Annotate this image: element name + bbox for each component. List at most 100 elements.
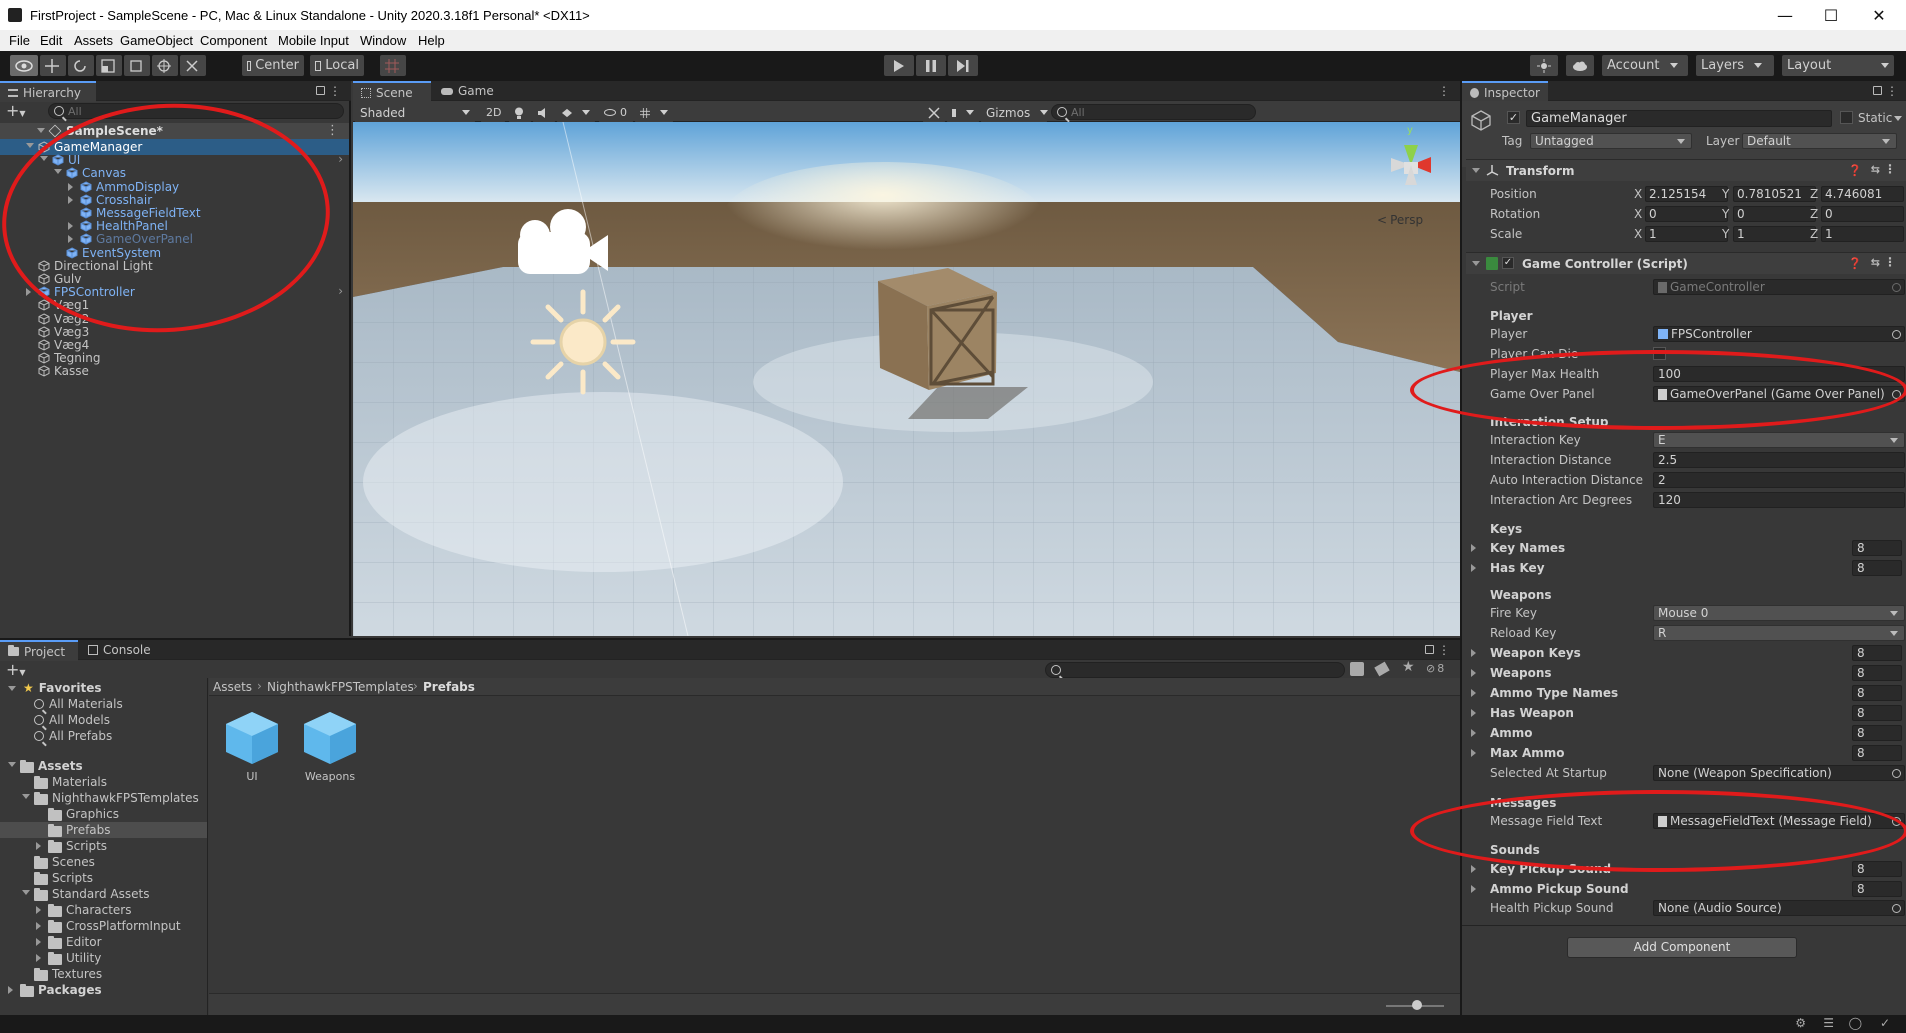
transform-header[interactable]: Transform ❓ ⇆ ⋮ bbox=[1466, 159, 1906, 181]
interaction-arc-degrees-input[interactable]: 120 bbox=[1653, 492, 1905, 508]
player-can-die-checkbox[interactable] bbox=[1653, 347, 1666, 360]
folder-fold-icon[interactable] bbox=[36, 938, 41, 946]
project-lock-icon[interactable] bbox=[1425, 645, 1434, 654]
hidden-packages-toggle[interactable]: ⊘ 8 bbox=[1426, 662, 1444, 675]
max-ammo-label[interactable]: Max Ammo bbox=[1490, 746, 1565, 763]
camera-gizmo-icon[interactable] bbox=[513, 207, 623, 277]
transform-y-input[interactable]: 0.7810521 bbox=[1733, 186, 1816, 202]
array-fold-icon[interactable] bbox=[1471, 709, 1476, 717]
menu-gameobject[interactable]: GameObject bbox=[120, 33, 193, 48]
transform-y-input[interactable]: 0 bbox=[1733, 206, 1816, 222]
transform-menu-icon[interactable]: ⋮ bbox=[1884, 162, 1896, 176]
favorite-item[interactable]: All Materials bbox=[34, 696, 123, 712]
array-fold-icon[interactable] bbox=[1471, 669, 1476, 677]
rect-tool-icon[interactable] bbox=[124, 55, 150, 76]
rotate-tool-icon[interactable] bbox=[68, 55, 94, 76]
key-pickup-sound-size-input[interactable]: 8 bbox=[1852, 861, 1902, 877]
project-folder-item[interactable]: Characters bbox=[0, 902, 207, 918]
active-checkbox[interactable]: ✓ bbox=[1507, 111, 1520, 124]
project-search-input[interactable] bbox=[1045, 662, 1345, 678]
scene-kebab-icon[interactable]: ⋮ bbox=[1438, 84, 1450, 98]
project-folder-item[interactable]: Editor bbox=[0, 934, 207, 950]
component-enabled-checkbox[interactable]: ✓ bbox=[1502, 257, 1514, 269]
menu-file[interactable]: File bbox=[9, 33, 30, 48]
player-max-health-input[interactable]: 100 bbox=[1653, 366, 1905, 382]
menu-window[interactable]: Window bbox=[360, 33, 406, 48]
project-folder-item[interactable]: CrossPlatformInput bbox=[0, 918, 207, 934]
maximize-icon[interactable]: ☐ bbox=[1808, 0, 1854, 30]
scene-fold-icon[interactable] bbox=[37, 128, 45, 133]
component-help-icon[interactable]: ❓ bbox=[1848, 257, 1862, 270]
folder-fold-icon[interactable] bbox=[8, 762, 16, 767]
message-field-picker-icon[interactable] bbox=[1892, 817, 1901, 826]
shading-mode-dropdown[interactable]: Shaded bbox=[355, 102, 475, 123]
key-pickup-sound-label[interactable]: Key Pickup Sound bbox=[1490, 862, 1611, 879]
favorite-star-icon[interactable]: ★ bbox=[1402, 659, 1415, 675]
camera-dropdown[interactable] bbox=[947, 102, 979, 123]
project-folder-item[interactable]: Assets bbox=[0, 758, 207, 774]
tab-hierarchy[interactable]: Hierarchy bbox=[0, 81, 96, 102]
ammo-size-input[interactable]: 8 bbox=[1852, 725, 1902, 741]
folder-fold-icon[interactable] bbox=[36, 842, 41, 850]
player-field[interactable]: FPSController bbox=[1653, 326, 1905, 342]
fold-arrow-icon[interactable] bbox=[26, 143, 34, 148]
max-ammo-size-input[interactable]: 8 bbox=[1852, 745, 1902, 761]
scene-orientation-gizmo[interactable]: y bbox=[1371, 125, 1451, 207]
selected-at-startup-field[interactable]: None (Weapon Specification) bbox=[1653, 765, 1905, 781]
ammo-label[interactable]: Ammo bbox=[1490, 726, 1533, 743]
transform-z-input[interactable]: 1 bbox=[1821, 226, 1904, 242]
filter-by-label-icon[interactable] bbox=[1374, 661, 1390, 677]
transform-x-input[interactable]: 0 bbox=[1645, 206, 1728, 222]
fold-arrow-icon[interactable] bbox=[68, 235, 73, 244]
project-folder-item[interactable]: Scripts bbox=[0, 870, 207, 886]
scale-tool-icon[interactable] bbox=[96, 55, 122, 76]
progress-icon[interactable]: ◯ bbox=[1849, 1016, 1862, 1030]
ammo-type-names-label[interactable]: Ammo Type Names bbox=[1490, 686, 1618, 703]
menu-assets[interactable]: Assets bbox=[74, 33, 113, 48]
open-prefab-arrow-icon[interactable]: › bbox=[338, 152, 343, 166]
fold-arrow-icon[interactable] bbox=[40, 156, 48, 162]
weapon-keys-label[interactable]: Weapon Keys bbox=[1490, 646, 1581, 663]
array-fold-icon[interactable] bbox=[1471, 865, 1476, 873]
project-folder-item[interactable]: Standard Assets bbox=[0, 886, 207, 902]
array-fold-icon[interactable] bbox=[1471, 649, 1476, 657]
tab-inspector[interactable]: Inspector bbox=[1462, 81, 1548, 102]
cache-icon[interactable]: ☰ bbox=[1823, 1016, 1834, 1030]
menu-help[interactable]: Help bbox=[418, 33, 445, 48]
folder-fold-icon[interactable] bbox=[22, 890, 30, 895]
folder-fold-icon[interactable] bbox=[8, 986, 13, 994]
project-folder-item[interactable]: Packages bbox=[0, 982, 207, 998]
scene-header-row[interactable]: SampleScene* ⋮ bbox=[0, 123, 349, 139]
interaction-distance-input[interactable]: 2.5 bbox=[1653, 452, 1905, 468]
asset-ui-prefab[interactable]: UI bbox=[224, 710, 284, 790]
lighting-toggle-icon[interactable] bbox=[509, 102, 531, 123]
layer-dropdown[interactable]: Default bbox=[1742, 133, 1897, 149]
game-controller-header[interactable]: ✓ Game Controller (Script) ❓ ⇆ ⋮ bbox=[1466, 252, 1906, 274]
message-field-text-field[interactable]: MessageFieldText (Message Field) bbox=[1653, 813, 1905, 829]
weapons-label[interactable]: Weapons bbox=[1490, 666, 1552, 683]
array-fold-icon[interactable] bbox=[1471, 689, 1476, 697]
component-fold-icon[interactable] bbox=[1472, 261, 1480, 266]
step-button[interactable] bbox=[948, 55, 978, 76]
create-plus-icon[interactable]: +▼ bbox=[6, 101, 26, 120]
weapon-keys-size-input[interactable]: 8 bbox=[1852, 645, 1902, 661]
menu-mobile-input[interactable]: Mobile Input bbox=[278, 33, 349, 48]
fold-arrow-icon[interactable] bbox=[26, 288, 31, 297]
kebab-menu-icon[interactable]: ⋮ bbox=[329, 84, 341, 98]
preset-icon[interactable]: ⇆ bbox=[1871, 163, 1880, 176]
play-button[interactable] bbox=[884, 55, 914, 76]
status-check-icon[interactable]: ✓ bbox=[1880, 1016, 1890, 1030]
collab-icon[interactable] bbox=[1530, 55, 1558, 76]
selected-at-startup-picker-icon[interactable] bbox=[1892, 769, 1901, 778]
inspector-lock-icon[interactable] bbox=[1873, 86, 1882, 95]
tab-game[interactable]: Game bbox=[433, 81, 503, 101]
grid-snap-icon[interactable] bbox=[380, 55, 406, 76]
close-icon[interactable]: ✕ bbox=[1856, 0, 1902, 30]
effects-dropdown[interactable] bbox=[557, 102, 595, 123]
fold-arrow-icon[interactable] bbox=[54, 169, 62, 175]
bug-icon[interactable]: ⚙ bbox=[1795, 1016, 1806, 1030]
project-folder-item[interactable]: Utility bbox=[0, 950, 207, 966]
pivot-local-button[interactable]: Local bbox=[310, 55, 364, 76]
project-folder-item[interactable]: Scenes bbox=[0, 854, 207, 870]
reload-key-dropdown[interactable]: R bbox=[1653, 625, 1905, 641]
